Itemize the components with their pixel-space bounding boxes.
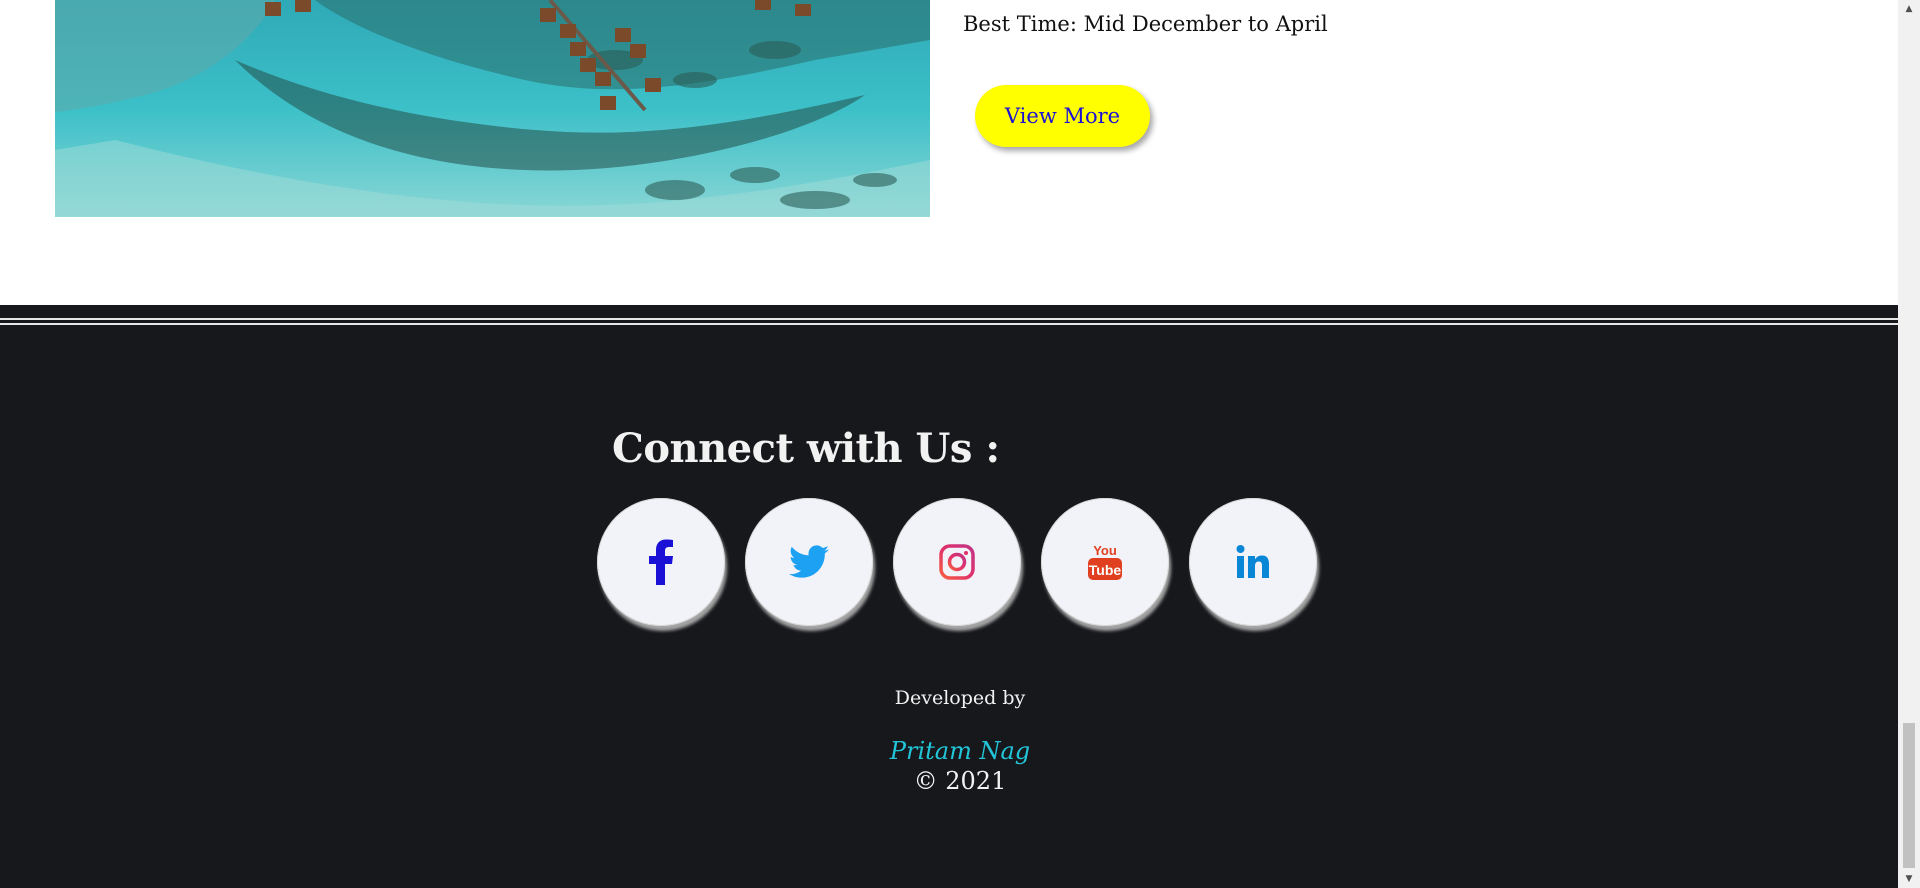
facebook-icon <box>649 539 673 585</box>
scroll-up-icon[interactable]: ▲ <box>1898 0 1920 18</box>
copyright-text: © 2021 <box>913 767 1007 795</box>
best-time-text: Best Time: Mid December to April <box>963 12 1328 36</box>
instagram-link[interactable] <box>893 498 1021 626</box>
vertical-scrollbar[interactable]: ▲ ▼ <box>1898 0 1920 888</box>
social-links: You Tube <box>597 498 1317 626</box>
footer: Connect with Us : You Tube Developed by … <box>0 305 1898 888</box>
scroll-down-icon[interactable]: ▼ <box>1898 870 1920 888</box>
linkedin-link[interactable] <box>1189 498 1317 626</box>
destination-image <box>55 0 930 217</box>
instagram-icon <box>939 544 975 580</box>
linkedin-icon <box>1236 545 1269 578</box>
youtube-icon: You Tube <box>1088 543 1122 580</box>
view-more-button[interactable]: View More <box>975 85 1150 147</box>
page: Best Time: Mid December to April View Mo… <box>0 0 1898 888</box>
svg-text:You: You <box>1093 543 1117 558</box>
twitter-link[interactable] <box>745 498 873 626</box>
svg-text:Tube: Tube <box>1089 562 1122 578</box>
facebook-link[interactable] <box>597 498 725 626</box>
connect-title: Connect with Us : <box>612 425 1000 472</box>
author-name: Pritam Nag <box>889 737 1031 765</box>
twitter-icon <box>789 545 829 578</box>
developed-by-label: Developed by <box>894 687 1026 709</box>
scrollbar-thumb[interactable] <box>1903 723 1915 868</box>
youtube-link[interactable]: You Tube <box>1041 498 1169 626</box>
footer-divider <box>0 318 1898 325</box>
